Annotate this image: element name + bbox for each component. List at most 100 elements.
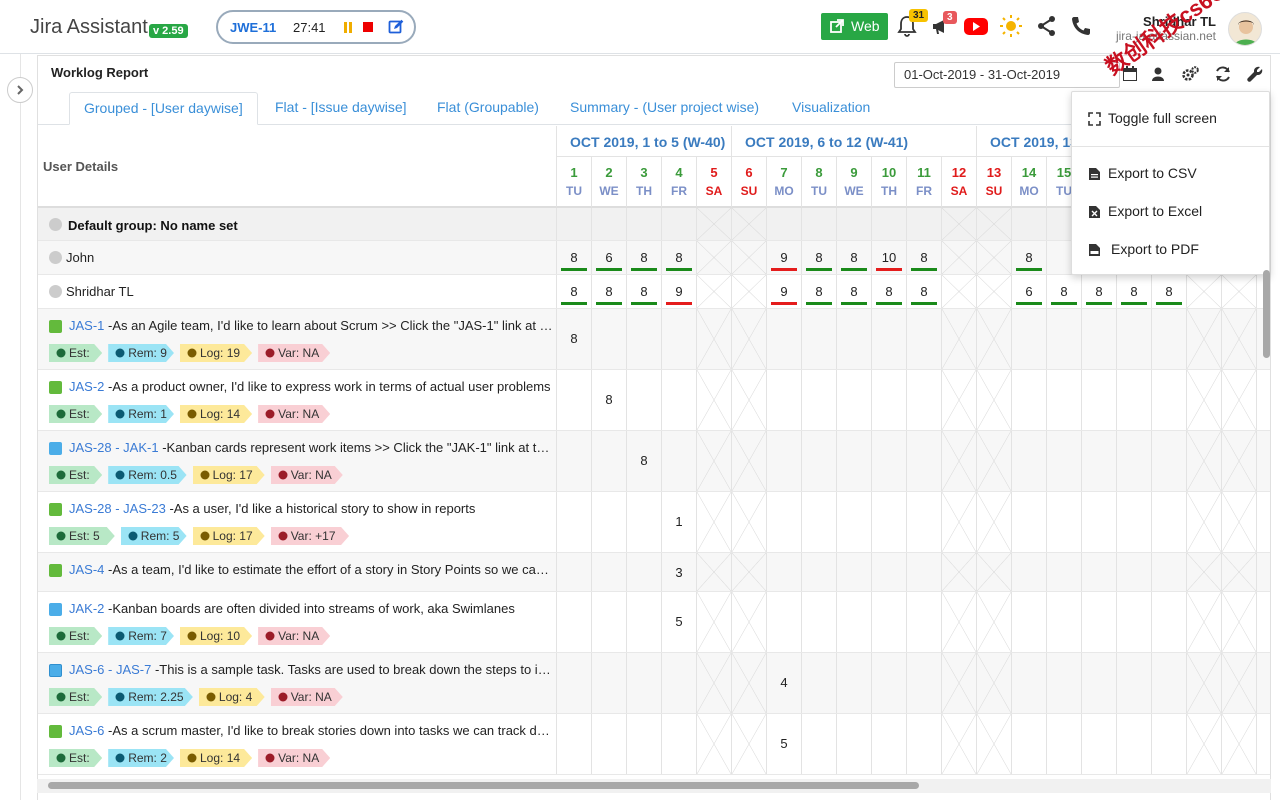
- day-cell[interactable]: [732, 241, 767, 274]
- day-cell[interactable]: [1152, 309, 1187, 369]
- day-cell[interactable]: [907, 309, 942, 369]
- day-cell[interactable]: [627, 592, 662, 652]
- day-cell[interactable]: [907, 653, 942, 713]
- issue-row[interactable]: JAS-4 -As a team, I'd like to estimate t…: [38, 553, 1270, 592]
- day-cell[interactable]: [557, 370, 592, 430]
- day-cell[interactable]: [767, 370, 802, 430]
- day-cell[interactable]: 8: [592, 275, 627, 308]
- issue-row[interactable]: JAS-28 - JAK-1 -Kanban cards represent w…: [38, 431, 1270, 492]
- day-cell[interactable]: 8: [1012, 241, 1047, 274]
- day-cell[interactable]: [802, 309, 837, 369]
- day-cell[interactable]: [1117, 431, 1152, 491]
- day-cell[interactable]: 8: [557, 309, 592, 369]
- day-cell[interactable]: [802, 208, 837, 240]
- day-cell[interactable]: [837, 492, 872, 552]
- day-cell[interactable]: [802, 653, 837, 713]
- worklog-tracker[interactable]: JWE-11 27:41: [216, 10, 416, 44]
- day-cell[interactable]: [627, 553, 662, 591]
- day-cell[interactable]: 8: [1117, 275, 1152, 308]
- day-cell[interactable]: [627, 653, 662, 713]
- day-cell[interactable]: [697, 275, 732, 308]
- day-cell[interactable]: [837, 370, 872, 430]
- day-cell[interactable]: [767, 492, 802, 552]
- day-cell[interactable]: 1: [662, 492, 697, 552]
- day-cell[interactable]: [1222, 275, 1257, 308]
- day-cell[interactable]: [662, 370, 697, 430]
- day-cell[interactable]: [942, 653, 977, 713]
- day-cell[interactable]: [802, 370, 837, 430]
- day-cell[interactable]: [697, 241, 732, 274]
- day-cell[interactable]: [1082, 492, 1117, 552]
- day-cell[interactable]: [1082, 592, 1117, 652]
- day-cell[interactable]: [1187, 653, 1222, 713]
- day-cell[interactable]: [802, 714, 837, 774]
- day-cell[interactable]: [627, 714, 662, 774]
- day-cell[interactable]: 8: [627, 241, 662, 274]
- day-cell[interactable]: [1187, 431, 1222, 491]
- day-cell[interactable]: [732, 714, 767, 774]
- day-cell[interactable]: [1047, 653, 1082, 713]
- day-cell[interactable]: [732, 431, 767, 491]
- day-cell[interactable]: [1222, 592, 1257, 652]
- day-cell[interactable]: [1012, 309, 1047, 369]
- day-cell[interactable]: 6: [1012, 275, 1047, 308]
- stop-icon[interactable]: [363, 22, 373, 32]
- day-cell[interactable]: [592, 653, 627, 713]
- day-cell[interactable]: [1222, 370, 1257, 430]
- issue-key-link[interactable]: JAS-28 - JAS-23: [69, 501, 166, 516]
- day-cell[interactable]: 6: [592, 241, 627, 274]
- issue-key-link[interactable]: JAS-28 - JAK-1: [69, 440, 159, 455]
- day-cell[interactable]: [767, 592, 802, 652]
- day-cell[interactable]: [1082, 431, 1117, 491]
- app-title[interactable]: Jira Assistant: [30, 16, 148, 39]
- day-cell[interactable]: [697, 714, 732, 774]
- tab-summary-user-project-wise[interactable]: Summary - (User project wise): [556, 92, 773, 125]
- day-cell[interactable]: [662, 309, 697, 369]
- day-cell[interactable]: [1152, 370, 1187, 430]
- day-cell[interactable]: [802, 592, 837, 652]
- day-cell[interactable]: [942, 431, 977, 491]
- day-cell[interactable]: [732, 553, 767, 591]
- day-cell[interactable]: [1222, 653, 1257, 713]
- menu-item-export-excel[interactable]: Export to Excel: [1072, 203, 1269, 219]
- day-cell[interactable]: [557, 653, 592, 713]
- day-cell[interactable]: 8: [557, 275, 592, 308]
- day-cell[interactable]: [872, 208, 907, 240]
- day-cell[interactable]: [557, 714, 592, 774]
- vertical-scrollbar-thumb[interactable]: [1263, 270, 1270, 358]
- day-cell[interactable]: [767, 431, 802, 491]
- day-cell[interactable]: 8: [557, 241, 592, 274]
- day-cell[interactable]: [942, 275, 977, 308]
- tab-flat-issue-daywise[interactable]: Flat - [Issue daywise]: [261, 92, 421, 125]
- day-cell[interactable]: 8: [627, 431, 662, 491]
- day-cell[interactable]: 4: [767, 653, 802, 713]
- day-cell[interactable]: [627, 208, 662, 240]
- issue-row[interactable]: JAS-6 - JAS-7 -This is a sample task. Ta…: [38, 653, 1270, 714]
- day-cell[interactable]: [1082, 370, 1117, 430]
- day-cell[interactable]: [977, 653, 1012, 713]
- day-cell[interactable]: [697, 309, 732, 369]
- day-cell[interactable]: 9: [662, 275, 697, 308]
- day-cell[interactable]: [557, 553, 592, 591]
- day-cell[interactable]: [1187, 370, 1222, 430]
- day-cell[interactable]: [837, 714, 872, 774]
- day-cell[interactable]: [1117, 553, 1152, 591]
- day-cell[interactable]: [697, 653, 732, 713]
- day-cell[interactable]: [977, 208, 1012, 240]
- day-cell[interactable]: [627, 370, 662, 430]
- day-cell[interactable]: [697, 553, 732, 591]
- menu-item-toggle-full-screen[interactable]: Toggle full screen: [1072, 110, 1269, 126]
- day-cell[interactable]: [732, 592, 767, 652]
- wrench-icon[interactable]: [1246, 65, 1264, 83]
- day-cell[interactable]: 8: [627, 275, 662, 308]
- tab-visualization[interactable]: Visualization: [778, 92, 884, 125]
- menu-item-export-csv[interactable]: Export to CSV: [1072, 165, 1269, 181]
- day-cell[interactable]: 8: [872, 275, 907, 308]
- day-cell[interactable]: [872, 553, 907, 591]
- day-cell[interactable]: [1047, 431, 1082, 491]
- day-cell[interactable]: 9: [767, 275, 802, 308]
- day-cell[interactable]: [1222, 431, 1257, 491]
- day-cell[interactable]: [872, 309, 907, 369]
- day-cell[interactable]: [732, 492, 767, 552]
- day-cell[interactable]: [592, 592, 627, 652]
